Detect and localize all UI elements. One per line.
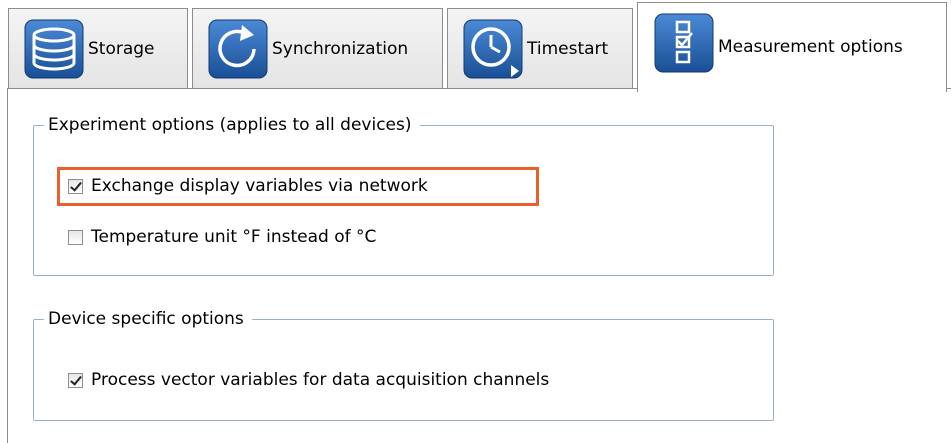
tab-timestart-label: Timestart [527,38,609,59]
tab-measurement-options[interactable]: Measurement options [637,2,947,92]
tab-measurement-options-label: Measurement options [718,37,903,57]
temperature-unit-option[interactable]: Temperature unit °F instead of °C [68,227,376,247]
process-vector-variables-label: Process vector variables for data acquis… [91,370,550,390]
storage-icon [24,19,84,78]
tab-strip: Storage Synchronization Timestart Measur… [0,0,951,92]
tab-synchronization-label: Synchronization [272,38,409,59]
process-vector-variables-checkbox[interactable] [68,372,83,388]
synchronization-icon [208,19,268,78]
content-border-left [7,88,8,443]
tab-timestart[interactable]: Timestart [447,8,633,88]
exchange-display-variables-checkbox[interactable] [68,178,83,194]
content-border-top-right [947,88,951,89]
timestart-icon [463,19,523,78]
exchange-display-variables-label: Exchange display variables via network [91,176,428,196]
checklist-icon [654,13,714,73]
tab-storage-label: Storage [88,38,155,59]
temperature-unit-label: Temperature unit °F instead of °C [91,227,377,247]
process-vector-variables-option[interactable]: Process vector variables for data acquis… [68,370,549,390]
temperature-unit-checkbox[interactable] [68,229,83,245]
device-specific-options-title: Device specific options [44,308,252,330]
tab-synchronization[interactable]: Synchronization [192,8,443,88]
exchange-display-variables-option[interactable]: Exchange display variables via network [68,176,428,196]
content-border-top [7,88,637,89]
tab-storage[interactable]: Storage [8,8,188,88]
experiment-options-title: Experiment options (applies to all devic… [44,114,420,136]
